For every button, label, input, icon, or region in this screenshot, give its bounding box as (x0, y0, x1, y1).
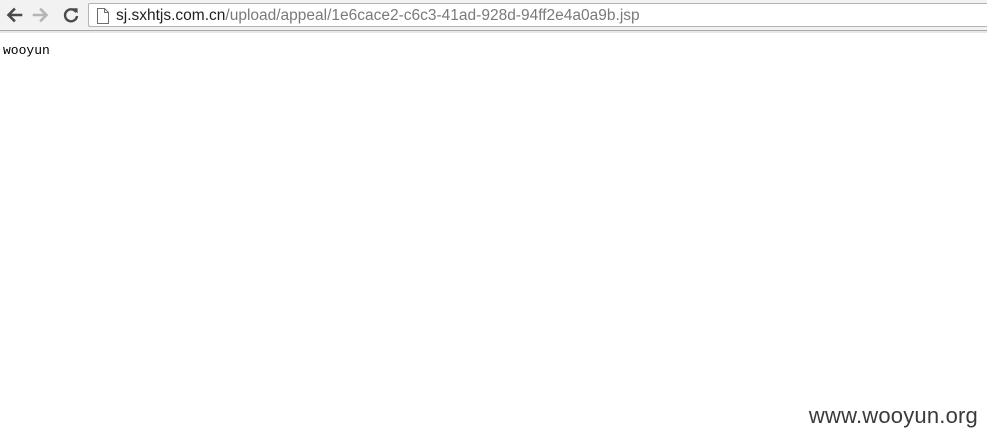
browser-toolbar: sj.sxhtjs.com.cn/upload/appeal/1e6cace2-… (0, 0, 987, 31)
back-button[interactable] (3, 4, 25, 26)
watermark: www.wooyun.org (808, 403, 978, 428)
address-bar[interactable]: sj.sxhtjs.com.cn/upload/appeal/1e6cace2-… (88, 3, 987, 27)
toolbar-divider (0, 31, 987, 33)
url-host: sj.sxhtjs.com.cn (116, 7, 226, 24)
forward-arrow-icon (32, 7, 49, 23)
forward-button[interactable] (30, 4, 52, 26)
back-arrow-icon (6, 7, 23, 23)
reload-button[interactable] (60, 4, 82, 26)
page-icon (97, 8, 109, 24)
page-body-text: wooyun (3, 43, 50, 58)
url-path: /upload/appeal/1e6cace2-c6c3-41ad-928d-9… (225, 7, 640, 24)
reload-icon (63, 8, 79, 23)
url-text[interactable]: sj.sxhtjs.com.cn/upload/appeal/1e6cace2-… (116, 6, 640, 26)
